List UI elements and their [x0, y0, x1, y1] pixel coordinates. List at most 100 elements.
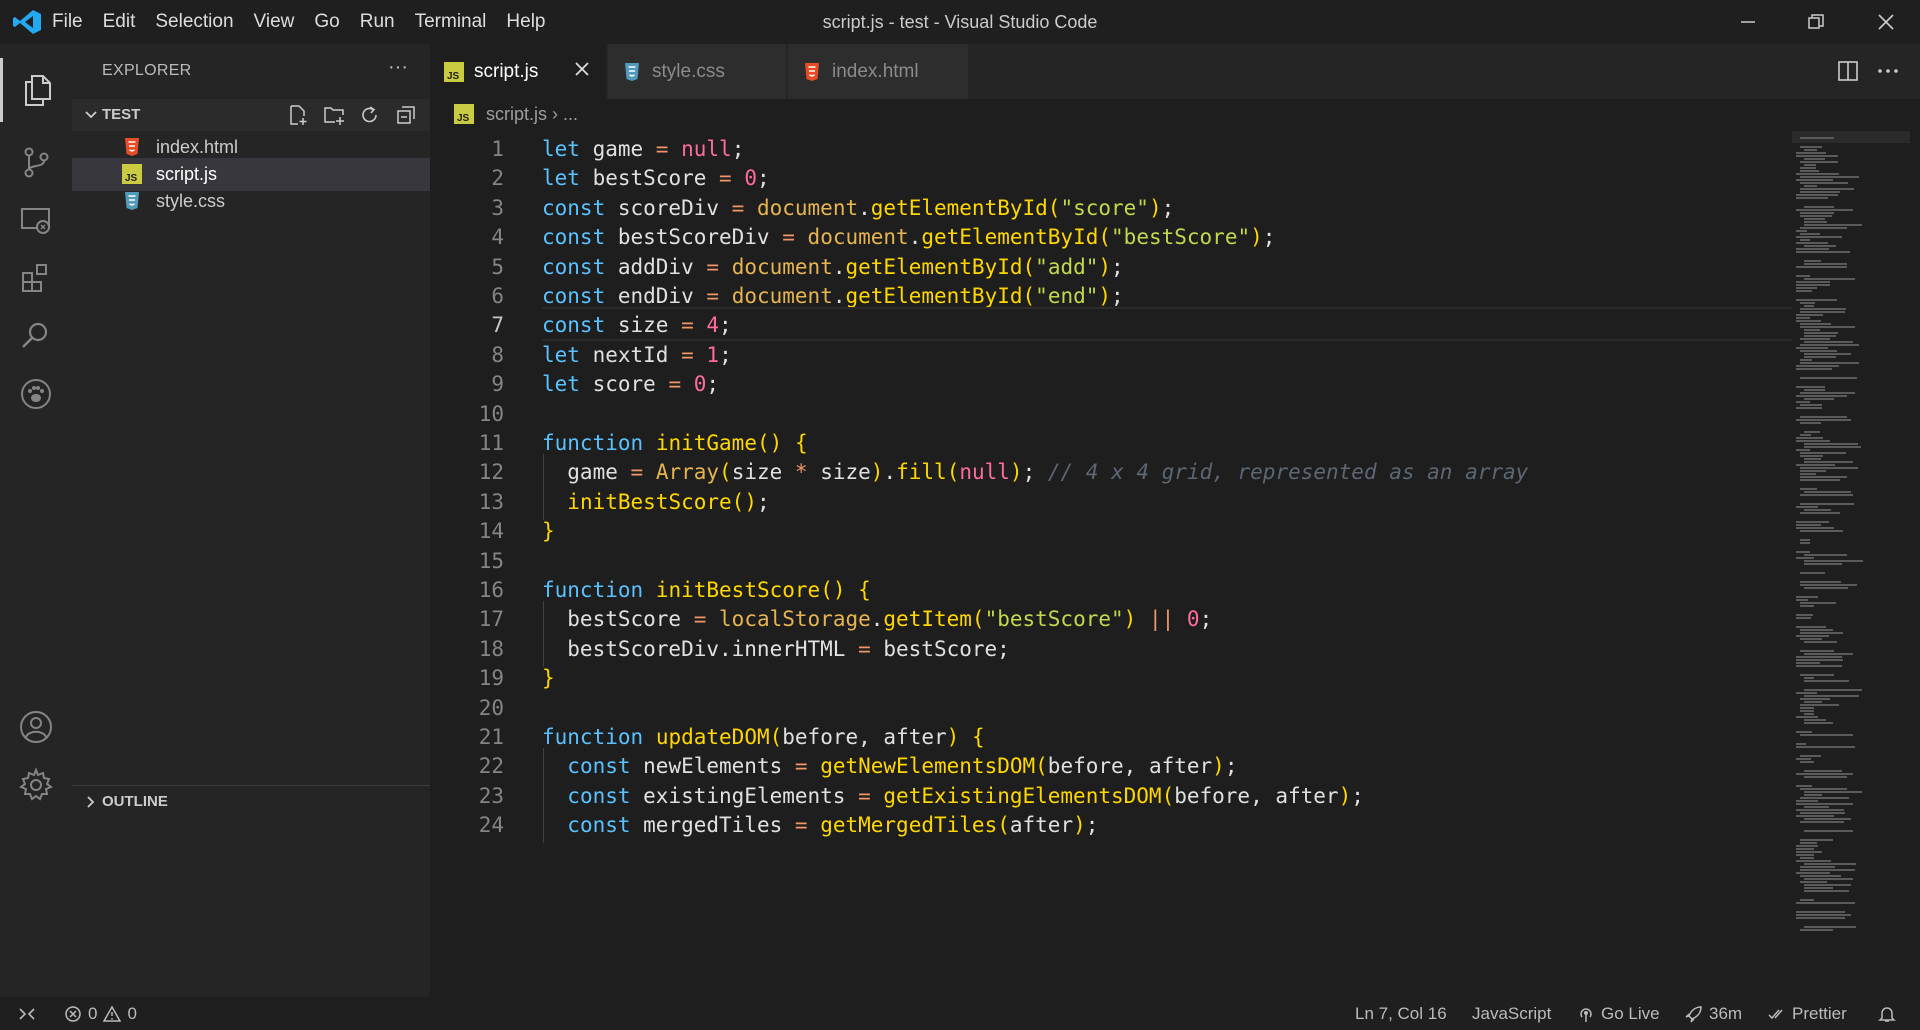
minimap-line: [1796, 179, 1833, 181]
more-actions-icon[interactable]: [1876, 59, 1900, 83]
accounts-button[interactable]: [0, 695, 72, 759]
file-item-style-css[interactable]: style.css: [72, 185, 430, 218]
collapse-folders-button[interactable]: [388, 102, 424, 128]
js-icon: JS: [122, 164, 142, 184]
minimap-line: [1804, 461, 1853, 463]
minimap-line: [1796, 299, 1837, 301]
minimap-line: [1800, 470, 1826, 472]
minimize-button[interactable]: [1714, 0, 1782, 44]
extensions-activity-button[interactable]: [0, 246, 72, 310]
minimap-line: [1796, 809, 1844, 811]
bell-icon: [1878, 1006, 1896, 1022]
remote-indicator[interactable]: [18, 997, 42, 1030]
minimap-line: [1796, 284, 1830, 286]
go-live-button[interactable]: Go Live: [1577, 997, 1660, 1030]
minimap-line: [1800, 650, 1834, 652]
minimap-line: [1796, 290, 1812, 292]
tab-label: script.js: [474, 60, 539, 82]
minimap-line: [1796, 275, 1810, 277]
code-editor[interactable]: 1 let game = null; 2 let bestScore = 0; 3 con…: [430, 131, 1792, 997]
error-icon: [65, 1005, 81, 1022]
outline-section-header[interactable]: OUTLINE: [72, 785, 430, 818]
minimap[interactable]: [1792, 131, 1920, 997]
minimap-line: [1804, 149, 1817, 151]
new-folder-icon: [324, 107, 344, 125]
remote-explorer-activity-button[interactable]: [0, 188, 72, 252]
problems-indicator[interactable]: 0 0: [64, 997, 137, 1030]
minimap-line: [1800, 638, 1822, 640]
menu-help[interactable]: Help: [506, 11, 545, 33]
menu-run[interactable]: Run: [360, 11, 395, 33]
minimap-line: [1800, 698, 1830, 700]
minimap-line: [1804, 884, 1851, 886]
menu-terminal[interactable]: Terminal: [415, 11, 487, 33]
tab-script-js[interactable]: JS script.js: [430, 44, 606, 99]
close-tab-icon[interactable]: [572, 59, 592, 79]
minimap-line: [1800, 404, 1822, 406]
minimap-line: [1800, 422, 1821, 424]
minimap-line: [1800, 170, 1819, 172]
menu-edit[interactable]: Edit: [103, 11, 136, 33]
minimap-line: [1804, 926, 1856, 928]
minimap-line: [1796, 506, 1818, 508]
minimap-line: [1804, 224, 1862, 226]
minimap-line: [1796, 194, 1838, 196]
close-window-button[interactable]: [1852, 0, 1920, 44]
manage-settings-button[interactable]: [0, 753, 72, 817]
minimap-line: [1800, 212, 1834, 214]
minimap-line: [1796, 662, 1820, 664]
js-icon: JS: [444, 61, 464, 82]
time-tracker[interactable]: 36m: [1685, 997, 1742, 1030]
minimap-line: [1800, 530, 1843, 532]
minimap-line: [1804, 245, 1836, 247]
minimap-line: [1800, 167, 1816, 169]
breadcrumb-file[interactable]: script.js › ...: [486, 104, 578, 125]
svg-text:JS: JS: [457, 113, 470, 124]
minimap-line: [1804, 830, 1853, 832]
restore-button[interactable]: [1782, 0, 1850, 44]
new-folder-button[interactable]: [316, 102, 352, 128]
menu-view[interactable]: View: [254, 11, 295, 33]
minimap-line: [1796, 152, 1826, 154]
tab-index-html[interactable]: index.html: [788, 44, 968, 99]
file-name: style.css: [156, 191, 226, 211]
refresh-icon: [362, 106, 377, 123]
settings-gear-icon: [18, 767, 54, 801]
minimap-line: [1796, 800, 1818, 802]
explorer-activity-button[interactable]: [0, 58, 72, 122]
menu-file[interactable]: File: [52, 11, 83, 33]
warning-count: 0: [127, 1004, 137, 1023]
menu-go[interactable]: Go: [314, 11, 339, 33]
explorer-title: EXPLORER: [102, 62, 192, 79]
tab-style-css[interactable]: style.css: [608, 44, 786, 99]
new-file-button[interactable]: [280, 102, 316, 128]
paw-activity-button[interactable]: [0, 362, 72, 426]
folder-section-header[interactable]: TEST: [72, 99, 430, 131]
minimap-line: [1796, 656, 1842, 658]
folder-actions: [280, 102, 424, 128]
split-editor-icon[interactable]: [1836, 59, 1860, 83]
notifications-button[interactable]: [1878, 997, 1902, 1030]
minimap-line: [1804, 776, 1847, 778]
minimap-line: [1800, 494, 1853, 496]
source-control-activity-button[interactable]: [0, 130, 72, 194]
code-line[interactable]: 24 const mergedTiles = getMergedTiles(af…: [430, 807, 1792, 844]
explorer-more-actions-button[interactable]: ···: [388, 56, 408, 79]
minimap-line: [1800, 881, 1827, 883]
minimap-line: [1800, 707, 1814, 709]
close-icon: [1878, 14, 1894, 30]
minimap-line: [1800, 467, 1858, 469]
minimap-line: [1796, 746, 1855, 748]
menu-selection[interactable]: Selection: [155, 11, 233, 33]
minimap-line: [1804, 554, 1847, 556]
prettier-status[interactable]: Prettier: [1768, 997, 1847, 1030]
minimap-line: [1804, 218, 1825, 220]
minimap-line: [1800, 542, 1810, 544]
minimap-line: [1804, 341, 1853, 343]
search-activity-button[interactable]: [0, 304, 72, 368]
cursor-position[interactable]: Ln 7, Col 16: [1355, 997, 1447, 1030]
refresh-explorer-button[interactable]: [352, 102, 388, 128]
vscode-logo-icon: [13, 10, 41, 34]
language-mode[interactable]: JavaScript: [1472, 997, 1551, 1030]
minimap-line: [1804, 863, 1856, 865]
